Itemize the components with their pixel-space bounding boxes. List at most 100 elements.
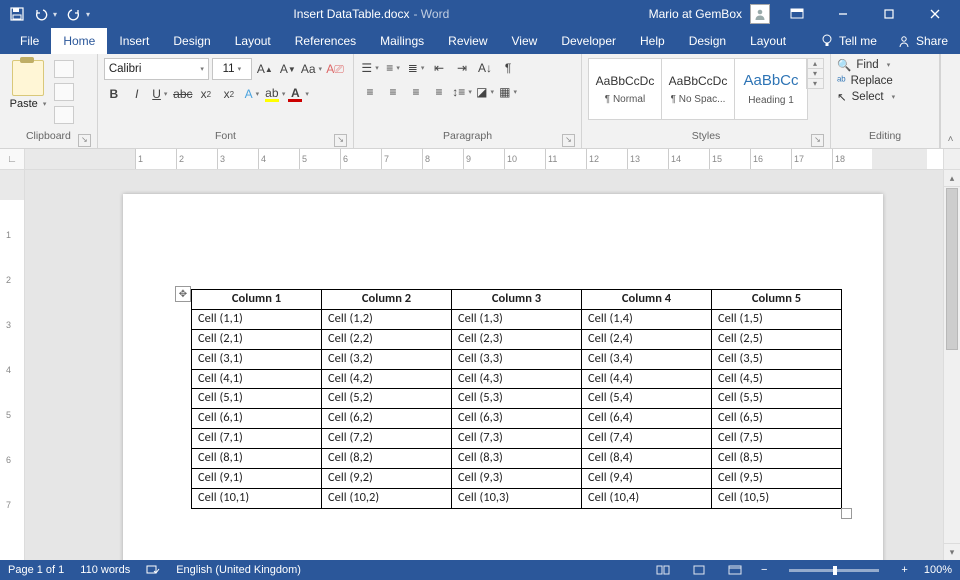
tab-selector[interactable]: ∟ — [0, 149, 25, 169]
decrease-indent-button[interactable]: ⇤ — [429, 58, 449, 78]
align-left-button[interactable]: ≡ — [360, 82, 380, 102]
font-color-button[interactable]: A▾ — [288, 84, 309, 104]
tab-file[interactable]: File — [8, 28, 51, 54]
table-cell[interactable]: Cell (7,3) — [452, 429, 582, 449]
table-row[interactable]: Cell (6,1)Cell (6,2)Cell (6,3)Cell (6,4)… — [192, 409, 842, 429]
table-cell[interactable]: Cell (6,2) — [322, 409, 452, 429]
find-button[interactable]: 🔍Find▾ — [837, 58, 895, 72]
table-cell[interactable]: Cell (7,4) — [582, 429, 712, 449]
ribbon-display-options-icon[interactable] — [778, 0, 816, 28]
table-cell[interactable]: Cell (2,5) — [712, 329, 842, 349]
strikethrough-button[interactable]: abc — [173, 84, 193, 104]
user-avatar-icon[interactable] — [750, 4, 770, 24]
table-cell[interactable]: Cell (4,3) — [452, 369, 582, 389]
table-cell[interactable]: Cell (2,4) — [582, 329, 712, 349]
paragraph-launcher-icon[interactable]: ↘ — [562, 134, 575, 147]
table-cell[interactable]: Cell (10,5) — [712, 488, 842, 508]
tab-home[interactable]: Home — [51, 28, 107, 54]
tab-view[interactable]: View — [500, 28, 550, 54]
undo-dropdown-icon[interactable]: ▾ — [53, 10, 57, 19]
zoom-level[interactable]: 100% — [924, 564, 952, 576]
table-cell[interactable]: Cell (9,5) — [712, 468, 842, 488]
change-case-button[interactable]: Aa▾ — [301, 59, 322, 79]
align-right-button[interactable]: ≡ — [406, 82, 426, 102]
table-cell[interactable]: Cell (9,1) — [192, 468, 322, 488]
table-resize-handle-icon[interactable] — [841, 508, 852, 519]
vertical-ruler[interactable]: 1 2 3 4 5 6 7 — [0, 170, 25, 560]
zoom-in-button[interactable]: + — [901, 564, 907, 576]
table-cell[interactable]: Cell (8,5) — [712, 449, 842, 469]
scroll-down-icon[interactable]: ▾ — [944, 543, 960, 560]
share-button[interactable]: Share — [887, 28, 960, 54]
tab-mailings[interactable]: Mailings — [368, 28, 436, 54]
table-cell[interactable]: Cell (10,3) — [452, 488, 582, 508]
close-button[interactable] — [916, 0, 954, 28]
table-cell[interactable]: Cell (5,2) — [322, 389, 452, 409]
font-name-combo[interactable]: Calibri▾ — [104, 58, 209, 80]
bullets-button[interactable]: ☰▾ — [360, 58, 380, 78]
clipboard-launcher-icon[interactable]: ↘ — [78, 134, 91, 147]
bold-button[interactable]: B — [104, 84, 124, 104]
zoom-out-button[interactable]: − — [761, 564, 767, 576]
format-painter-button[interactable] — [54, 106, 74, 124]
table-cell[interactable]: Cell (5,5) — [712, 389, 842, 409]
table-cell[interactable]: Cell (5,3) — [452, 389, 582, 409]
tab-design[interactable]: Design — [677, 28, 738, 54]
table-cell[interactable]: Cell (6,4) — [582, 409, 712, 429]
increase-indent-button[interactable]: ⇥ — [452, 58, 472, 78]
grow-font-button[interactable]: A▲ — [255, 59, 275, 79]
subscript-button[interactable]: x2 — [196, 84, 216, 104]
align-center-button[interactable]: ≡ — [383, 82, 403, 102]
sort-button[interactable]: A↓ — [475, 58, 495, 78]
scroll-up-icon[interactable]: ▴ — [944, 170, 960, 187]
show-marks-button[interactable]: ¶ — [498, 58, 518, 78]
horizontal-ruler[interactable]: 123456789101112131415161718 — [25, 149, 943, 169]
table-cell[interactable]: Cell (5,1) — [192, 389, 322, 409]
document-canvas[interactable]: ✥ Column 1Column 2Column 3Column 4Column… — [25, 170, 943, 560]
table-header[interactable]: Column 4 — [582, 290, 712, 310]
numbering-button[interactable]: ≡▾ — [383, 58, 403, 78]
tell-me[interactable]: Tell me — [811, 28, 887, 54]
table-cell[interactable]: Cell (3,4) — [582, 349, 712, 369]
italic-button[interactable]: I — [127, 84, 147, 104]
multilevel-list-button[interactable]: ≣▾ — [406, 58, 426, 78]
word-count[interactable]: 110 words — [80, 564, 130, 576]
table-cell[interactable]: Cell (6,5) — [712, 409, 842, 429]
spellcheck-icon[interactable] — [146, 564, 160, 576]
qat-customize-icon[interactable]: ▾ — [86, 10, 90, 19]
tab-layout[interactable]: Layout — [738, 28, 798, 54]
chevron-down-icon[interactable]: ▾ — [43, 100, 47, 108]
zoom-slider[interactable] — [789, 569, 879, 572]
text-effects-button[interactable]: A▾ — [242, 84, 262, 104]
table-cell[interactable]: Cell (9,4) — [582, 468, 712, 488]
styles-up-icon[interactable]: ▴ — [807, 59, 823, 69]
table-cell[interactable]: Cell (8,4) — [582, 449, 712, 469]
style-card[interactable]: AaBbCcDc¶ Normal — [588, 58, 662, 120]
table-cell[interactable]: Cell (8,3) — [452, 449, 582, 469]
copy-button[interactable] — [54, 83, 74, 101]
table-cell[interactable]: Cell (4,1) — [192, 369, 322, 389]
table-cell[interactable]: Cell (4,4) — [582, 369, 712, 389]
font-size-combo[interactable]: 11▾ — [212, 58, 252, 80]
table-row[interactable]: Cell (3,1)Cell (3,2)Cell (3,3)Cell (3,4)… — [192, 349, 842, 369]
font-launcher-icon[interactable]: ↘ — [334, 134, 347, 147]
table-cell[interactable]: Cell (9,3) — [452, 468, 582, 488]
table-cell[interactable]: Cell (2,3) — [452, 329, 582, 349]
table-row[interactable]: Cell (7,1)Cell (7,2)Cell (7,3)Cell (7,4)… — [192, 429, 842, 449]
borders-button[interactable]: ▦▾ — [498, 82, 518, 102]
table-cell[interactable]: Cell (1,2) — [322, 309, 452, 329]
clear-formatting-button[interactable]: A⎚ — [325, 59, 345, 79]
select-button[interactable]: ↖Select▾ — [837, 90, 895, 104]
table-row[interactable]: Cell (9,1)Cell (9,2)Cell (9,3)Cell (9,4)… — [192, 468, 842, 488]
table-cell[interactable]: Cell (1,1) — [192, 309, 322, 329]
table-cell[interactable]: Cell (10,4) — [582, 488, 712, 508]
table-cell[interactable]: Cell (10,1) — [192, 488, 322, 508]
table-cell[interactable]: Cell (2,1) — [192, 329, 322, 349]
chevron-down-icon[interactable]: ▾ — [887, 61, 891, 69]
tab-insert[interactable]: Insert — [107, 28, 161, 54]
style-card[interactable]: AaBbCcDc¶ No Spac... — [661, 58, 735, 120]
table-row[interactable]: Cell (5,1)Cell (5,2)Cell (5,3)Cell (5,4)… — [192, 389, 842, 409]
styles-launcher-icon[interactable]: ↘ — [811, 134, 824, 147]
print-layout-icon[interactable] — [689, 563, 709, 577]
table-row[interactable]: Cell (8,1)Cell (8,2)Cell (8,3)Cell (8,4)… — [192, 449, 842, 469]
